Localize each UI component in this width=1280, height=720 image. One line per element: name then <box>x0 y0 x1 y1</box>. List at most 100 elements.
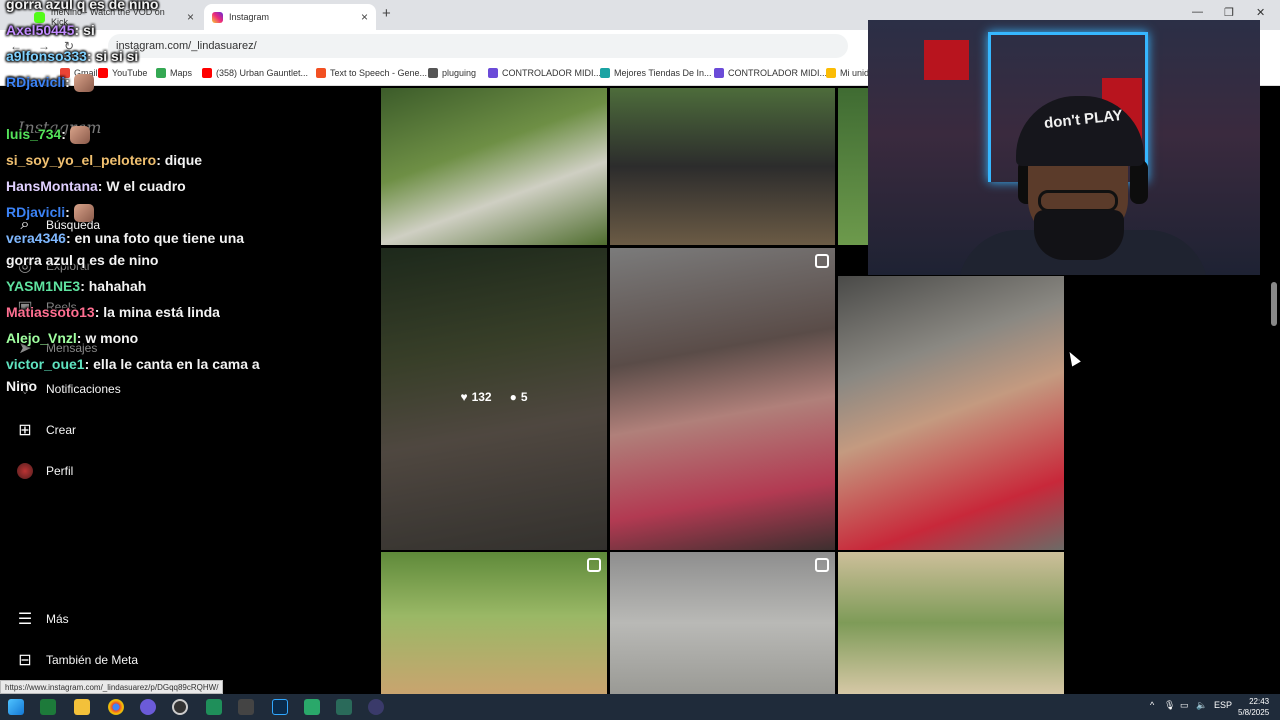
menu-icon: ☰ <box>17 611 33 628</box>
page-scrollbar[interactable] <box>1271 282 1277 326</box>
bookmark-item[interactable]: CONTROLADOR MIDI... <box>714 68 827 78</box>
chat-text: : en una foto que tiene una <box>65 230 245 246</box>
comment-icon: ● <box>509 390 517 404</box>
chat-text: : <box>61 126 66 142</box>
streamer-mask <box>1034 210 1124 260</box>
chat-username: vera4346 <box>6 230 66 246</box>
chat-message: gorra azul q es de nino <box>6 252 158 268</box>
chat-username: si_soy_yo_el_pelotero <box>6 152 157 168</box>
chat-message: a9lfonso333: si si si <box>6 48 138 64</box>
sidebar-item-create[interactable]: ⊞ Crear <box>16 421 76 439</box>
reels-icon <box>815 254 829 268</box>
app-icon[interactable] <box>336 699 352 715</box>
volume-icon[interactable]: 🔈 <box>1196 700 1207 711</box>
obs-icon[interactable] <box>172 699 188 715</box>
chat-message: YASM1NE3: hahahah <box>6 278 146 294</box>
discord-icon[interactable] <box>140 699 156 715</box>
new-tab-icon[interactable]: + <box>382 5 391 22</box>
comments-count: 5 <box>520 390 528 404</box>
microphone-icon[interactable]: 🎙 <box>1164 700 1175 711</box>
post-thumbnail-hovered[interactable]: ♥ 132 ● 5 <box>381 248 607 550</box>
meta-grid-icon: ⊟ <box>18 652 32 669</box>
windows-start-icon[interactable] <box>8 699 24 715</box>
likes-count: 132 <box>471 390 492 404</box>
sidebar-item-profile[interactable]: Perfil <box>16 462 73 480</box>
tray-chevron-icon[interactable]: ^ <box>1150 700 1154 710</box>
chat-username: RDjavicli <box>6 204 66 220</box>
restore-icon[interactable]: ❐ <box>1224 6 1234 19</box>
webcam-overlay: don't PLAY <box>868 20 1260 275</box>
chat-username: Matiassoto13 <box>6 304 95 320</box>
wall-poster <box>924 40 969 80</box>
chat-message: victor_oue1: ella le canta en la cama a <box>6 356 260 372</box>
post-thumbnail[interactable] <box>381 552 607 694</box>
bookmark-item[interactable]: Text to Speech - Gene... <box>316 68 427 78</box>
post-thumbnail[interactable] <box>381 88 607 245</box>
sidebar-item-more[interactable]: ☰ Más <box>16 610 69 628</box>
chat-text: : dique <box>156 152 203 168</box>
link-icon <box>714 68 724 78</box>
avatar <box>16 462 34 480</box>
post-thumbnail[interactable] <box>838 552 1064 694</box>
post-thumbnail[interactable] <box>610 552 835 694</box>
chrome-icon[interactable] <box>108 699 124 715</box>
chat-username: Alejo_Vnzl <box>6 330 77 346</box>
chat-message: HansMontana: W el cuadro <box>6 178 186 194</box>
chat-text: : ella le canta en la cama a <box>84 356 260 372</box>
post-thumbnail[interactable] <box>610 248 835 550</box>
close-window-icon[interactable]: ✕ <box>1256 6 1265 19</box>
bookmark-item[interactable]: Mi unid <box>826 68 869 78</box>
chat-message: Alejo_Vnzl: w mono <box>6 330 138 346</box>
sidebar-item-label: Crear <box>46 423 77 437</box>
reels-icon <box>815 558 829 572</box>
minimize-icon[interactable]: — <box>1192 6 1203 18</box>
chat-text: : la mina está linda <box>94 304 220 320</box>
network-icon[interactable]: ▭ <box>1180 700 1189 711</box>
bookmark-item[interactable]: Mejores Tiendas De In... <box>600 68 712 78</box>
chat-message: RDjavicli: <box>6 204 94 223</box>
bookmark-item[interactable]: pluguing <box>428 68 476 78</box>
post-thumbnail[interactable] <box>610 88 835 245</box>
chat-text: : <box>65 204 70 220</box>
headphone-right <box>1130 160 1148 204</box>
chat-message: gorra azul q es de nino <box>6 0 158 12</box>
close-icon[interactable]: × <box>361 10 368 24</box>
chat-message: Matiassoto13: la mina está linda <box>6 304 220 320</box>
link-status-bar: https://www.instagram.com/_lindasuarez/p… <box>0 680 224 694</box>
chat-message: Nino <box>6 378 37 394</box>
post-thumbnail[interactable] <box>838 276 1064 550</box>
chat-message: luis_734: <box>6 126 90 145</box>
photoshop-icon[interactable] <box>272 699 288 715</box>
logitech-icon[interactable] <box>238 699 254 715</box>
sidebar-item-also-from-meta[interactable]: ⊟ También de Meta <box>16 651 138 669</box>
emote-icon <box>73 204 94 223</box>
language-indicator[interactable]: ESP <box>1214 700 1232 710</box>
file-explorer-icon[interactable] <box>74 699 90 715</box>
chat-text: : hahahah <box>80 278 147 294</box>
chat-text: Nino <box>6 378 38 394</box>
post-thumbnail[interactable] <box>838 88 868 245</box>
chat-username: luis_734 <box>6 126 62 142</box>
clock-time: 22:43 <box>1249 697 1270 706</box>
streamer-glasses <box>1038 190 1118 212</box>
post-stats: ♥ 132 ● 5 <box>381 390 607 404</box>
taskbar-clock[interactable]: 22:43 5/8/2025 <box>1238 696 1269 718</box>
microsoft-icon <box>316 68 326 78</box>
chat-username: a9lfonso333 <box>6 48 87 64</box>
shop-icon <box>600 68 610 78</box>
chat-text: : <box>65 74 70 90</box>
chat-text: gorra azul q es de nino <box>6 0 159 12</box>
emote-icon <box>73 74 94 93</box>
bookmark-item[interactable]: CONTROLADOR MIDI... <box>488 68 601 78</box>
wikipedia-icon <box>428 68 438 78</box>
app-icon[interactable] <box>206 699 222 715</box>
excel-icon[interactable] <box>40 699 56 715</box>
chat-username: Axel50445 <box>6 22 75 38</box>
app-icon[interactable] <box>368 699 384 715</box>
chat-text: gorra azul q es de nino <box>6 252 159 268</box>
plus-square-icon: ⊞ <box>18 422 32 439</box>
app-icon[interactable] <box>304 699 320 715</box>
chat-text: : si si si <box>86 48 139 64</box>
clock-date: 5/8/2025 <box>1238 708 1270 717</box>
sidebar-item-label: Más <box>46 612 69 626</box>
